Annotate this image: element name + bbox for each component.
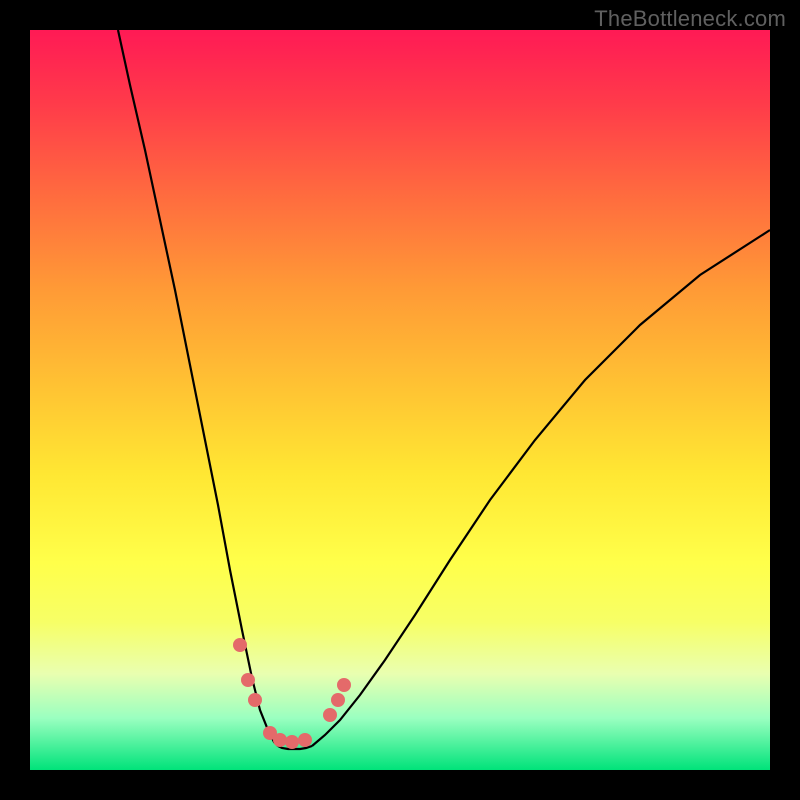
data-marker bbox=[273, 733, 287, 747]
data-marker bbox=[285, 735, 299, 749]
data-marker bbox=[337, 678, 351, 692]
watermark-text: TheBottleneck.com bbox=[594, 6, 786, 32]
data-marker bbox=[241, 673, 255, 687]
data-marker bbox=[298, 733, 312, 747]
data-marker bbox=[233, 638, 247, 652]
data-marker bbox=[331, 693, 345, 707]
plot-area bbox=[30, 30, 770, 770]
markers-group bbox=[233, 638, 351, 749]
data-marker bbox=[248, 693, 262, 707]
curve-right-arm bbox=[312, 230, 770, 746]
curve-left-arm bbox=[118, 30, 278, 746]
chart-svg bbox=[30, 30, 770, 770]
data-marker bbox=[323, 708, 337, 722]
chart-frame: TheBottleneck.com bbox=[0, 0, 800, 800]
